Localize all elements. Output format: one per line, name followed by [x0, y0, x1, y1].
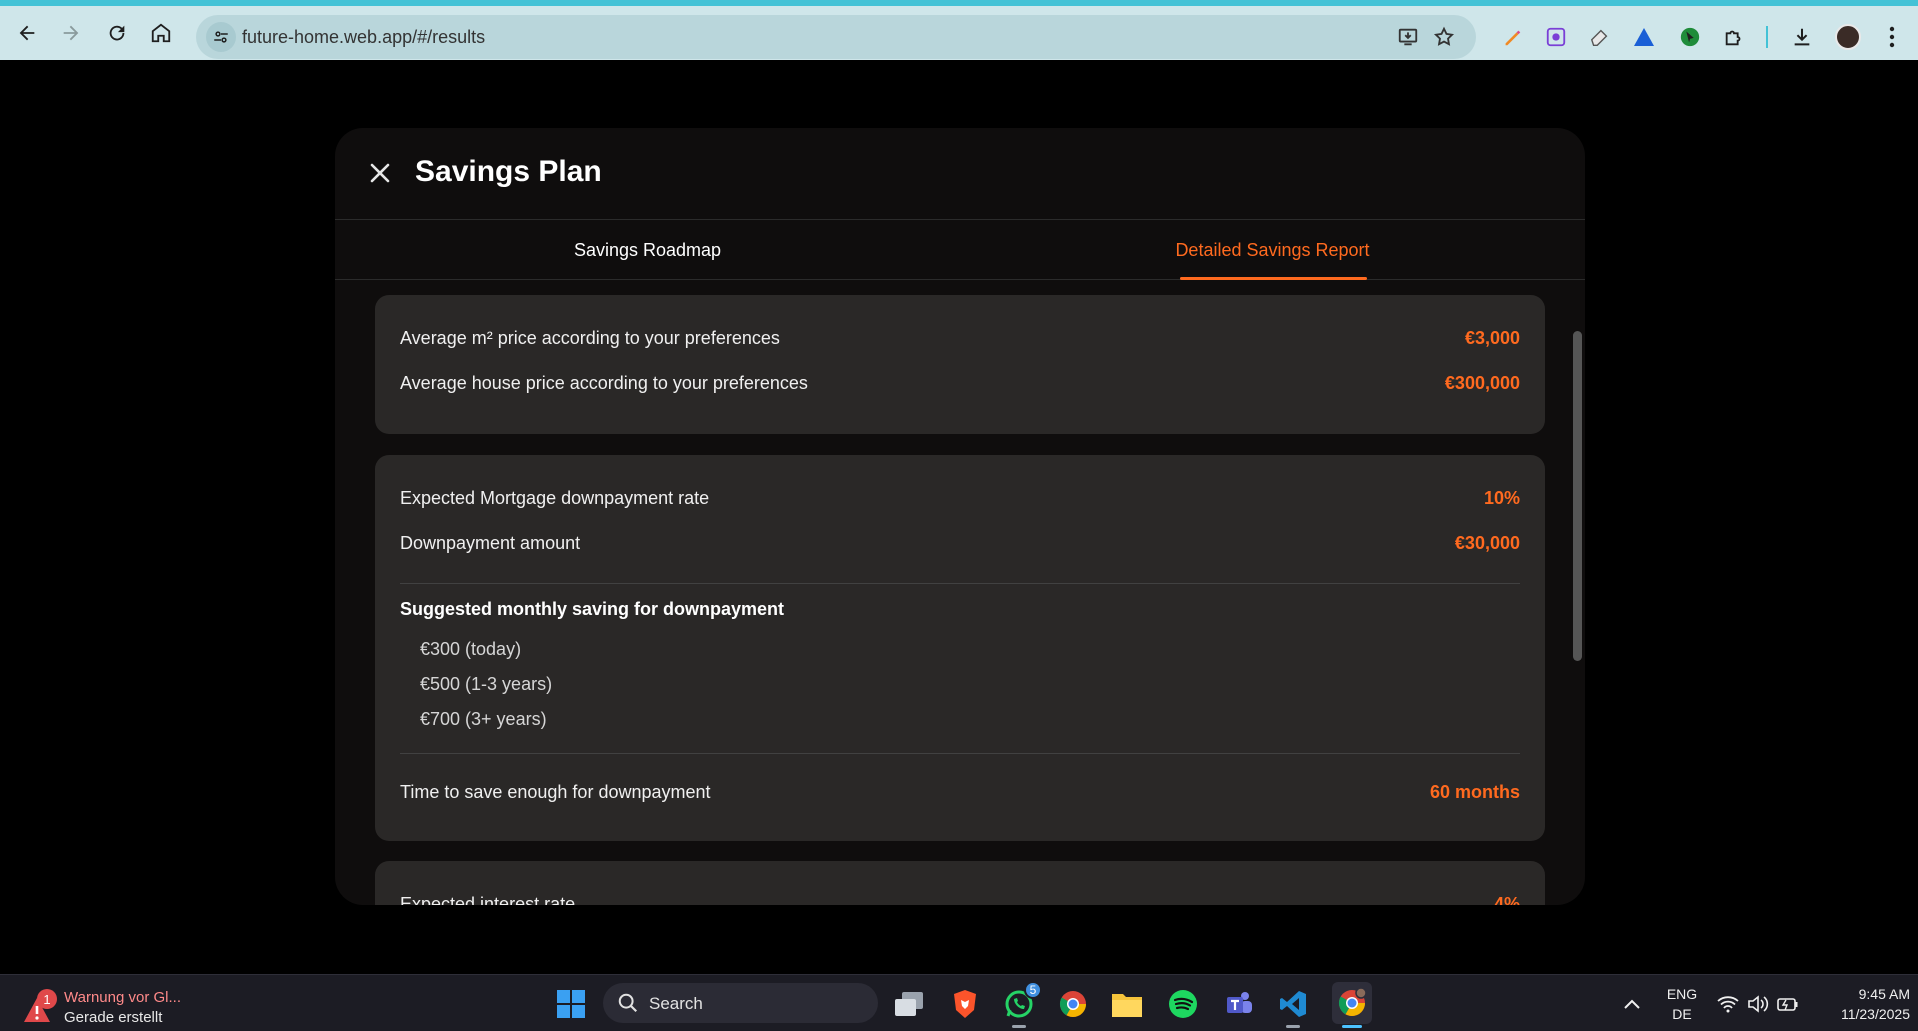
modal-title: Savings Plan: [415, 155, 602, 188]
row-label: Downpayment amount: [400, 532, 581, 553]
reload-icon[interactable]: [102, 18, 132, 48]
chrome-profile-icon[interactable]: [1332, 982, 1372, 1024]
divider: [400, 583, 1520, 584]
running-indicator: [1286, 1025, 1300, 1028]
teams-icon[interactable]: [1222, 987, 1256, 1021]
modal-header: Savings Plan: [335, 128, 1585, 220]
active-app-indicator: [1342, 1025, 1362, 1028]
report-row: Downpayment amount €30,000: [400, 530, 1520, 556]
savings-plan-modal: Savings Plan Savings Roadmap Detailed Sa…: [335, 128, 1585, 905]
row-value: 4%: [1493, 893, 1520, 906]
vscode-icon[interactable]: [1276, 987, 1310, 1021]
install-app-icon[interactable]: [1396, 25, 1420, 49]
running-indicator: [1012, 1025, 1026, 1028]
active-tab-indicator: [1180, 277, 1367, 280]
system-clock[interactable]: 9:45 AM 11/23/2025: [1810, 984, 1910, 1024]
report-content[interactable]: Average m² price according to your prefe…: [335, 281, 1585, 905]
chevron-up-icon[interactable]: [1620, 992, 1644, 1016]
tab-bar: Savings Roadmap Detailed Savings Report: [335, 221, 1585, 280]
row-value: €3,000: [1464, 327, 1520, 348]
extensions-puzzle-icon[interactable]: [1720, 23, 1748, 51]
windows-taskbar: 1 Warnung vor Gl... Gerade erstellt Sear…: [0, 974, 1918, 1031]
notification-subtitle: Gerade erstellt: [64, 1009, 163, 1026]
forward-icon[interactable]: [56, 18, 86, 48]
task-view-icon[interactable]: [892, 987, 926, 1021]
tab-savings-roadmap[interactable]: Savings Roadmap: [335, 221, 960, 280]
suggested-saving-item: €300 (today): [420, 639, 522, 659]
close-icon[interactable]: [365, 158, 395, 188]
more-menu-icon[interactable]: [1878, 23, 1906, 51]
scrollbar-thumb[interactable]: [1573, 331, 1582, 661]
tab-detailed-savings-report[interactable]: Detailed Savings Report: [960, 221, 1585, 280]
notification-badge: 1: [37, 989, 57, 1009]
spotify-icon[interactable]: [1166, 987, 1200, 1021]
back-icon[interactable]: [12, 18, 42, 48]
profile-avatar[interactable]: [1834, 23, 1862, 51]
address-bar[interactable]: future-home.web.app/#/results: [196, 15, 1476, 59]
eraser-extension-icon[interactable]: [1586, 23, 1614, 51]
clock-time: 9:45 AM: [1858, 986, 1910, 1002]
clock-date: 11/23/2025: [1840, 1006, 1910, 1022]
interest-card: Expected interest rate 4%: [375, 861, 1545, 905]
windows-start-icon[interactable]: [554, 987, 588, 1021]
row-label: Average house price according to your pr…: [400, 372, 808, 393]
file-explorer-icon[interactable]: [1110, 987, 1144, 1021]
suggested-saving-item: €500 (1-3 years): [420, 674, 553, 694]
language-line-1: ENG: [1666, 986, 1698, 1002]
language-indicator[interactable]: ENG DE: [1664, 984, 1700, 1024]
pen-extension-icon[interactable]: [1498, 23, 1526, 51]
taskbar-search[interactable]: Search: [603, 983, 878, 1023]
row-label: Time to save enough for downpayment: [400, 781, 711, 802]
report-row: Time to save enough for downpayment 60 m…: [400, 779, 1520, 805]
row-label: Expected Mortgage downpayment rate: [400, 487, 710, 508]
row-value: €30,000: [1454, 532, 1520, 553]
whatsapp-badge: 5: [1024, 981, 1042, 999]
row-value: 10%: [1483, 487, 1520, 508]
toolbar-separator: [1766, 26, 1768, 48]
downpayment-card: Expected Mortgage downpayment rate 10% D…: [375, 455, 1545, 841]
browser-toolbar: future-home.web.app/#/results: [0, 0, 1918, 60]
row-value: 60 months: [1429, 781, 1520, 802]
language-line-2: DE: [1672, 1006, 1692, 1022]
report-row: Average house price according to your pr…: [400, 370, 1520, 396]
report-row: Expected Mortgage downpayment rate 10%: [400, 485, 1520, 511]
notification-title: Warnung vor Gl...: [64, 989, 181, 1006]
notification-widget[interactable]: 1 Warnung vor Gl... Gerade erstellt: [22, 983, 202, 1026]
suggested-saving-item: €700 (3+ years): [420, 709, 547, 729]
downloads-icon[interactable]: [1788, 23, 1816, 51]
price-card: Average m² price according to your prefe…: [375, 295, 1545, 434]
row-label: Expected interest rate: [400, 893, 576, 906]
report-row: Expected interest rate 4%: [400, 891, 1520, 906]
battery-icon[interactable]: [1776, 992, 1800, 1016]
suggested-saving-title: Suggested monthly saving for downpayment: [400, 599, 785, 619]
home-icon[interactable]: [146, 18, 176, 48]
brave-browser-icon[interactable]: [948, 987, 982, 1021]
search-icon: [617, 992, 639, 1019]
screenshot-extension-icon[interactable]: [1542, 23, 1570, 51]
wifi-icon[interactable]: [1716, 992, 1740, 1016]
search-placeholder: Search: [649, 994, 703, 1013]
chrome-icon[interactable]: [1056, 987, 1090, 1021]
volume-icon[interactable]: [1746, 992, 1770, 1016]
url-text[interactable]: future-home.web.app/#/results: [242, 27, 485, 48]
row-value: €300,000: [1444, 372, 1520, 393]
report-row: Average m² price according to your prefe…: [400, 325, 1520, 351]
divider: [400, 753, 1520, 754]
green-extension-icon[interactable]: [1676, 23, 1704, 51]
site-settings-icon[interactable]: [206, 22, 236, 52]
bookmark-star-icon[interactable]: [1432, 25, 1456, 49]
row-label: Average m² price according to your prefe…: [400, 327, 780, 348]
drive-extension-icon[interactable]: [1630, 23, 1658, 51]
